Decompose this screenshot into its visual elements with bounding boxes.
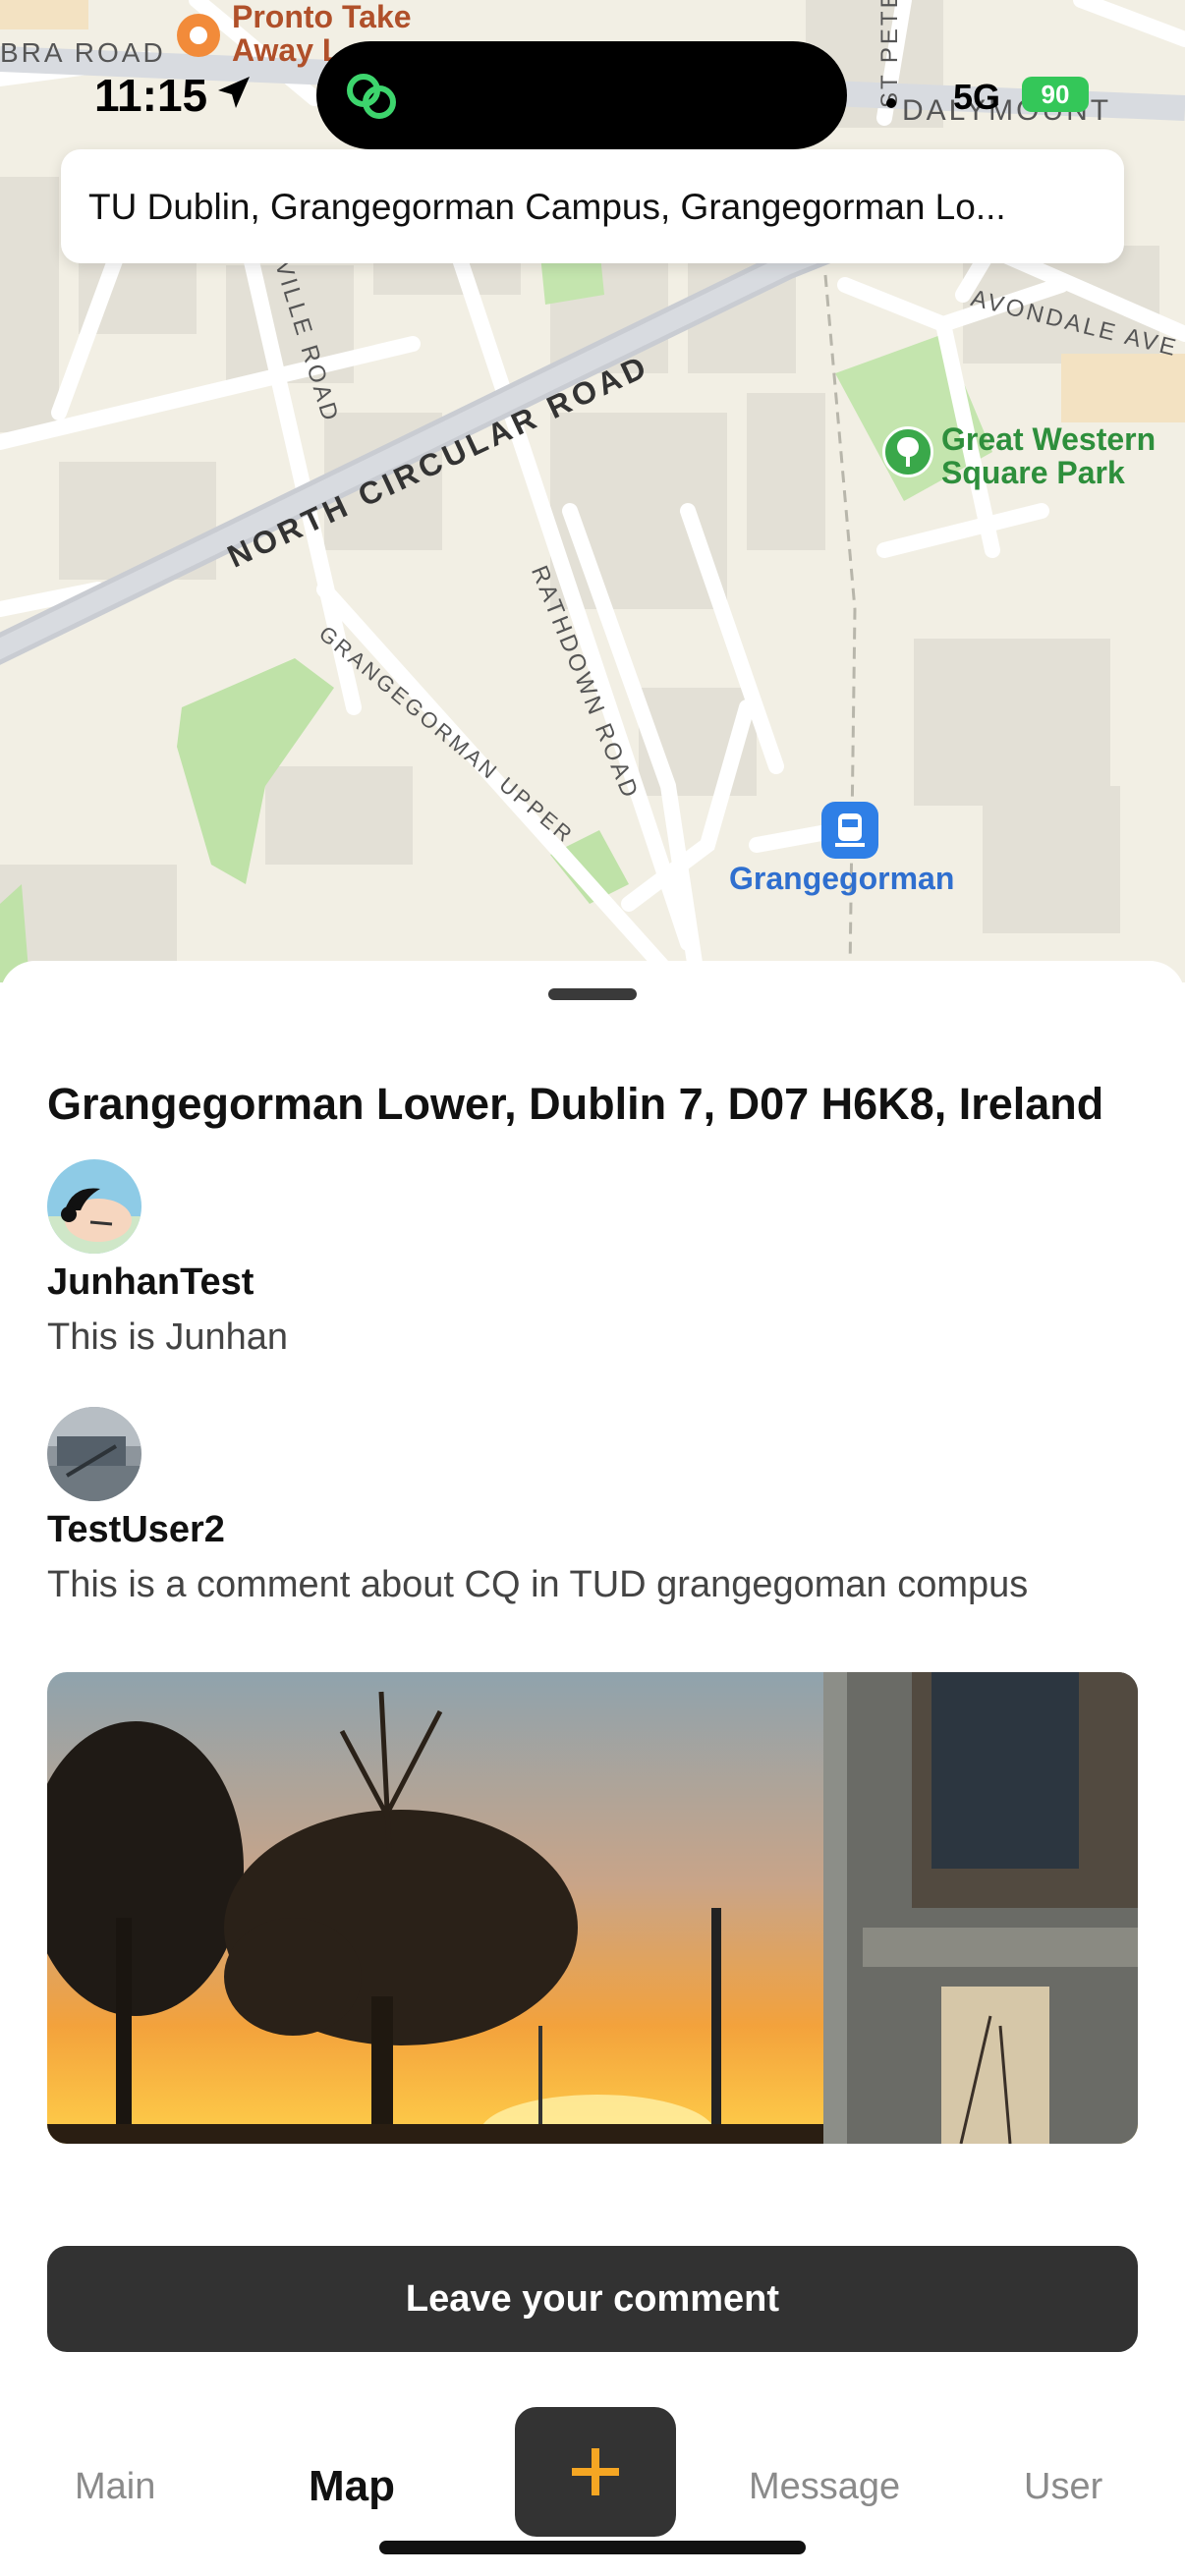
comment-username[interactable]: TestUser2: [47, 1509, 225, 1551]
map-label-park-line2: Square Park: [941, 455, 1125, 490]
comment-username[interactable]: JunhanTest: [47, 1261, 254, 1304]
park-tree-icon[interactable]: [882, 426, 933, 477]
avatar[interactable]: [47, 1407, 141, 1501]
tram-station-icon[interactable]: [821, 802, 878, 859]
leave-comment-button[interactable]: Leave your comment: [47, 2246, 1138, 2352]
map-label-pronto-line1: Pronto Take: [232, 0, 412, 34]
map-view[interactable]: BRA ROAD Pronto Take Away L ST PETE DALY…: [0, 0, 1185, 982]
comment-photo[interactable]: [47, 1672, 1138, 2144]
battery-indicator: 90: [1022, 77, 1089, 112]
map-label-ra-road: BRA ROAD: [0, 37, 166, 68]
map-label-park-line1: Great Western: [941, 421, 1157, 457]
comment-item: TestUser2 This is a comment about CQ in …: [47, 1407, 1138, 1605]
status-network: 5G: [953, 77, 1001, 117]
dynamic-island: [316, 41, 847, 149]
restaurant-pin-icon[interactable]: [177, 14, 220, 57]
location-arrow-icon: [218, 77, 250, 108]
status-dot: [886, 98, 896, 108]
threads-link-icon: [347, 74, 396, 119]
home-indicator: [379, 2541, 806, 2554]
add-post-button[interactable]: [515, 2407, 676, 2537]
plus-icon: [572, 2448, 619, 2495]
comment-text: This is a comment about CQ in TUD grange…: [47, 1564, 1029, 1605]
comment-text: This is Junhan: [47, 1316, 289, 1358]
sheet-grabber[interactable]: [548, 988, 637, 1000]
location-address: Grangegorman Lower, Dublin 7, D07 H6K8, …: [47, 1079, 1104, 1129]
location-search-bar[interactable]: TU Dublin, Grangegorman Campus, Grangego…: [61, 149, 1124, 263]
map-label-station: Grangegorman: [729, 861, 955, 896]
tab-message[interactable]: Message: [749, 2466, 900, 2508]
map-label-st-peter: ST PETE: [876, 0, 903, 108]
map-label-pronto-line2: Away L: [232, 32, 342, 68]
tab-map[interactable]: Map: [309, 2462, 395, 2511]
search-text: TU Dublin, Grangegorman Campus, Grangego…: [88, 187, 1006, 227]
status-time: 11:15: [94, 70, 208, 121]
comment-item: JunhanTest This is Junhan: [47, 1159, 1138, 1358]
tab-main[interactable]: Main: [75, 2466, 155, 2508]
location-detail-sheet: Grangegorman Lower, Dublin 7, D07 H6K8, …: [0, 961, 1185, 2576]
tab-user[interactable]: User: [1024, 2466, 1102, 2508]
avatar[interactable]: [47, 1159, 141, 1254]
